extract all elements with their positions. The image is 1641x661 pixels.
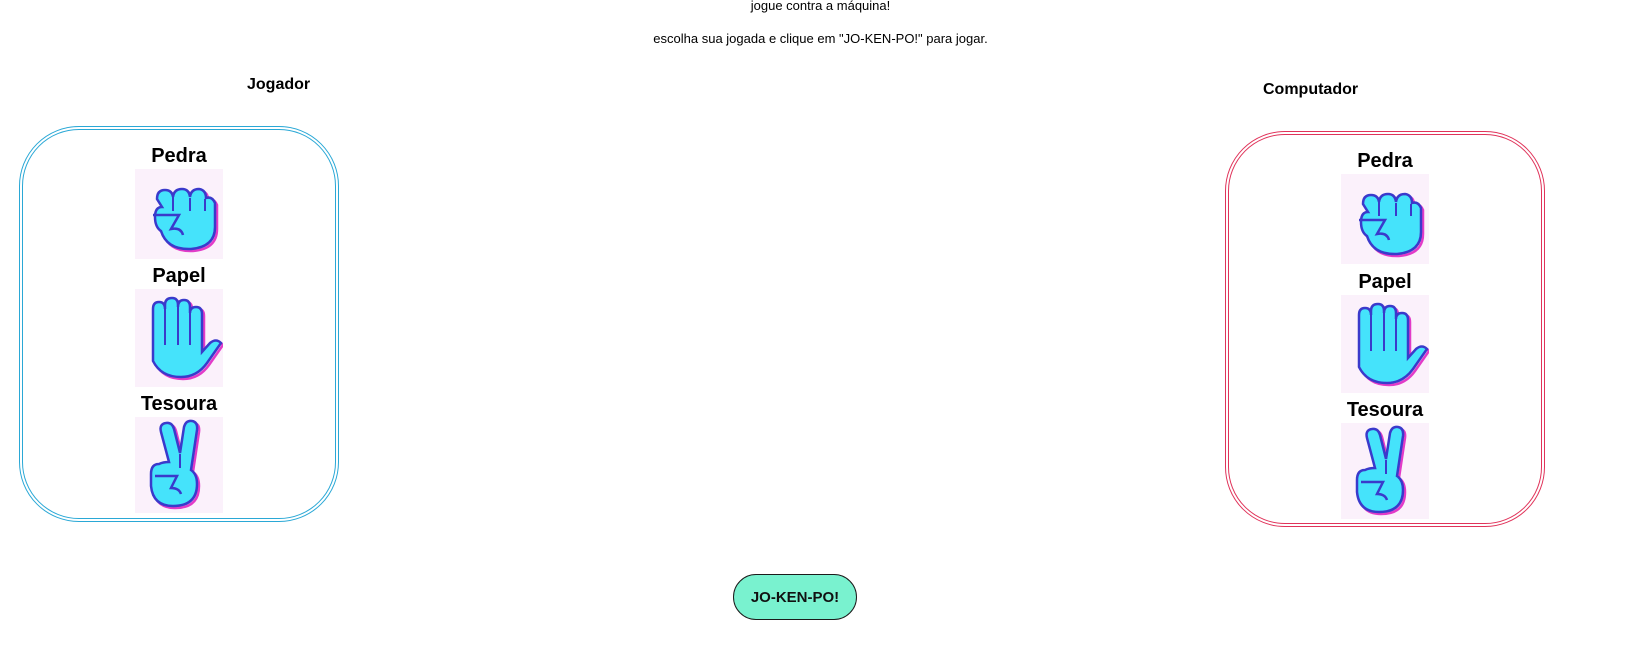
rock-fist-icon xyxy=(1341,174,1429,264)
player-choice-rock[interactable]: Pedra xyxy=(79,145,279,259)
paper-hand-icon xyxy=(1341,295,1429,393)
scissors-hand-icon[interactable] xyxy=(135,417,223,513)
player-title: Jogador xyxy=(247,76,311,93)
choice-label: Papel xyxy=(1358,271,1412,293)
computer-choice-scissors: Tesoura xyxy=(1285,399,1485,519)
intro-line-2: escolha sua jogada e clique em "JO-KEN-P… xyxy=(653,31,988,46)
computer-choice-rock: Pedra xyxy=(1285,150,1485,264)
paper-hand-icon[interactable] xyxy=(135,289,223,387)
choice-label: Tesoura xyxy=(140,393,218,415)
game-page: jogue contra a máquina! escolha sua joga… xyxy=(0,0,1641,661)
computer-choice-paper: Papel xyxy=(1285,271,1485,393)
scissors-hand-icon xyxy=(1341,423,1429,519)
jo-ken-po-button[interactable]: JO-KEN-PO! xyxy=(733,574,857,620)
player-choice-scissors[interactable]: Tesoura xyxy=(79,393,279,513)
rock-fist-icon[interactable] xyxy=(135,169,223,259)
intro-line-1: jogue contra a máquina! xyxy=(750,0,891,13)
choice-label: Pedra xyxy=(151,145,207,167)
player-choice-paper[interactable]: Papel xyxy=(79,265,279,387)
choice-label: Tesoura xyxy=(1346,399,1424,421)
computer-title: Computador xyxy=(1263,81,1359,98)
choice-label: Papel xyxy=(152,265,206,287)
choice-label: Pedra xyxy=(1357,150,1413,172)
